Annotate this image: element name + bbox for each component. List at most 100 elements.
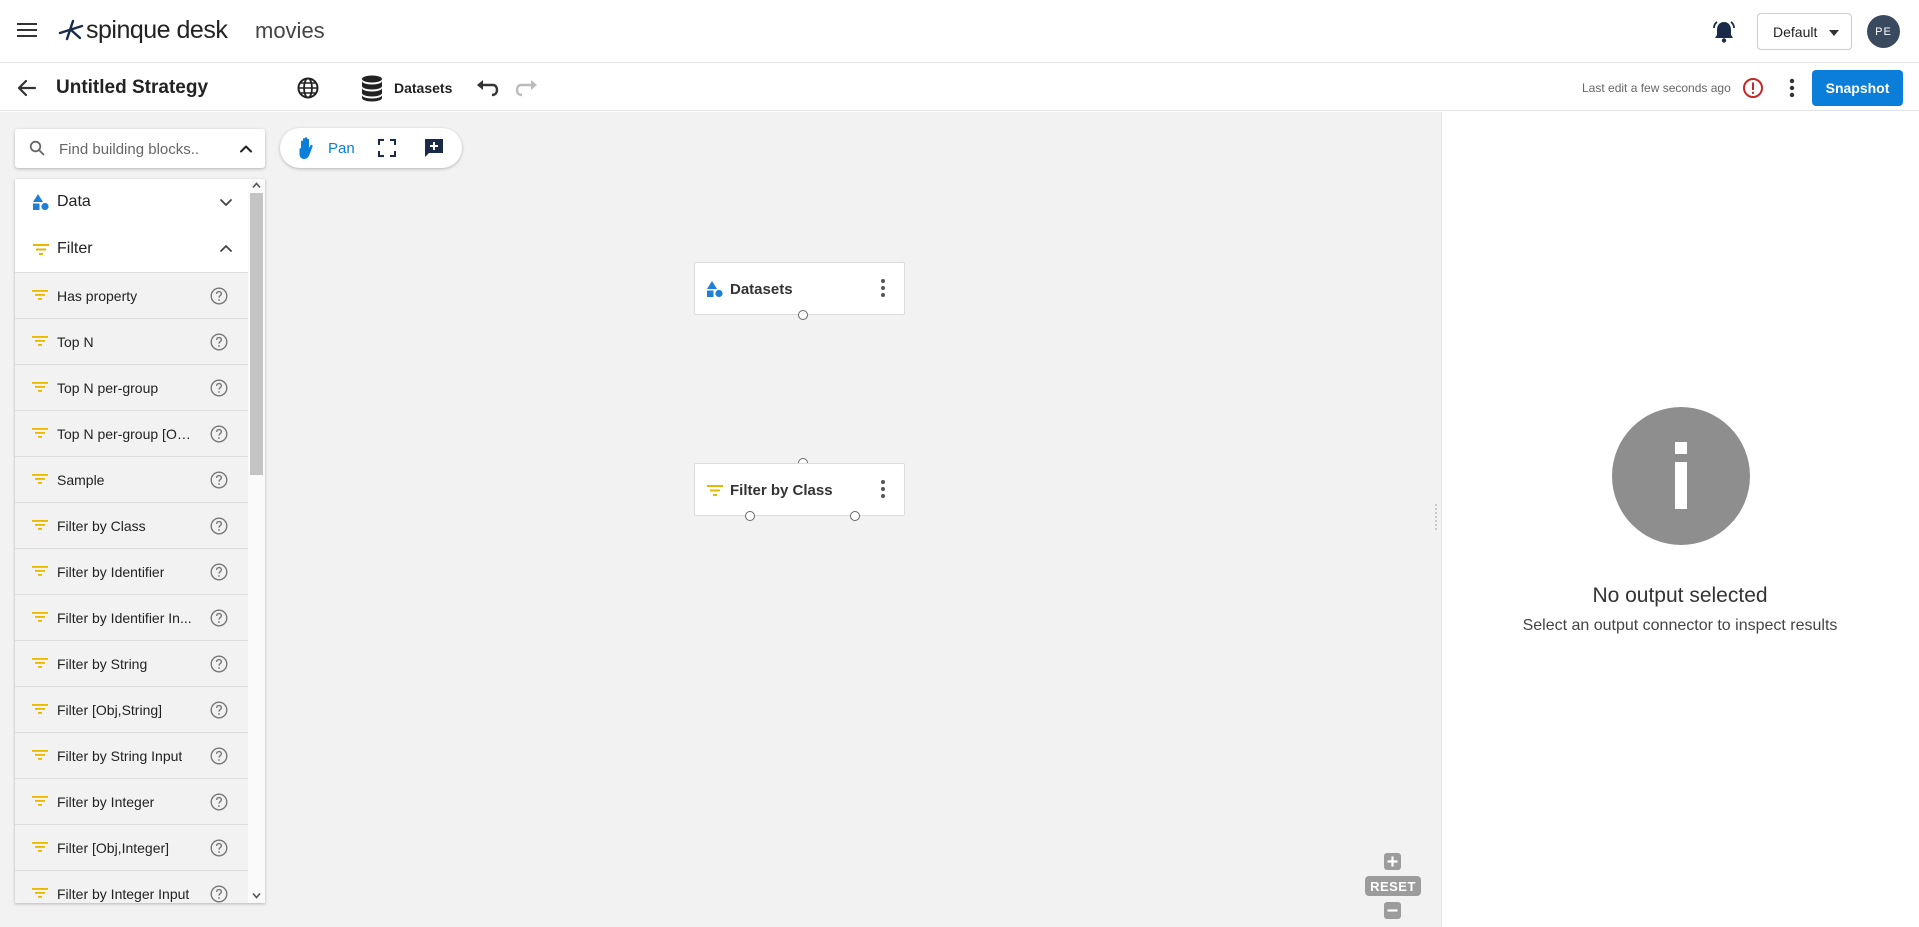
- block-item[interactable]: Top N per-group [Ob...: [15, 411, 248, 457]
- block-item[interactable]: Filter by Integer: [15, 779, 248, 825]
- block-item[interactable]: Filter by Integer Input: [15, 871, 248, 903]
- search-icon: [29, 140, 45, 156]
- block-item[interactable]: Filter [Obj,Integer]: [15, 825, 248, 871]
- block-label: Top N per-group: [57, 380, 159, 396]
- filter-icon: [32, 842, 48, 852]
- strategy-title[interactable]: Untitled Strategy: [56, 77, 208, 99]
- redo-icon[interactable]: [515, 77, 539, 99]
- help-icon[interactable]: [210, 517, 228, 535]
- output-port[interactable]: [798, 310, 808, 320]
- help-icon[interactable]: [210, 747, 228, 765]
- help-icon[interactable]: [210, 379, 228, 397]
- fit-screen-icon[interactable]: [377, 138, 397, 158]
- filter-icon: [32, 474, 48, 484]
- block-label: Has property: [57, 288, 138, 304]
- scroll-down-icon[interactable]: [252, 891, 261, 900]
- block-label: Filter by Class: [57, 518, 146, 534]
- filter-icon: [32, 336, 48, 346]
- scroll-up-icon[interactable]: [252, 181, 261, 190]
- category-data[interactable]: Data: [15, 179, 248, 226]
- strategy-canvas[interactable]: Data Filter Has propert: [0, 112, 1441, 927]
- last-edit-status: Last edit a few seconds ago: [1582, 81, 1731, 95]
- error-warning-icon[interactable]: [1742, 77, 1764, 99]
- help-icon[interactable]: [210, 655, 228, 673]
- zoom-in-button[interactable]: [1384, 853, 1401, 870]
- hamburger-menu-icon[interactable]: [14, 19, 40, 45]
- search-input[interactable]: [59, 138, 219, 160]
- block-label: Filter [Obj,String]: [57, 702, 163, 718]
- undo-icon[interactable]: [475, 77, 499, 99]
- chevron-up-icon[interactable]: [218, 241, 234, 257]
- building-block-search: [15, 129, 265, 168]
- snapshot-button[interactable]: Snapshot: [1812, 70, 1903, 106]
- strategy-toolbar: Untitled Strategy Datasets Last edit a f…: [0, 64, 1919, 111]
- zoom-reset-button[interactable]: RESET: [1365, 876, 1421, 896]
- building-blocks-panel: Data Filter Has property Top N Top N per…: [15, 179, 265, 903]
- empty-state-title: No output selected: [1592, 584, 1768, 607]
- more-vert-icon[interactable]: [878, 277, 888, 299]
- notification-bell-icon[interactable]: [1711, 19, 1737, 45]
- block-label: Filter [Obj,Integer]: [57, 840, 170, 856]
- filter-icon: [32, 888, 48, 898]
- panel-resize-handle[interactable]: [1433, 502, 1439, 532]
- block-label: Filter by Integer Input: [57, 886, 190, 902]
- help-icon[interactable]: [210, 563, 228, 581]
- help-icon[interactable]: [210, 885, 228, 903]
- help-icon[interactable]: [210, 701, 228, 719]
- output-panel: No output selected Select an output conn…: [1441, 112, 1919, 927]
- block-item[interactable]: Filter by Identifier: [15, 549, 248, 595]
- globe-icon[interactable]: [296, 76, 320, 100]
- output-port[interactable]: [745, 511, 755, 521]
- output-port[interactable]: [850, 511, 860, 521]
- help-icon[interactable]: [210, 471, 228, 489]
- block-item[interactable]: Has property: [15, 273, 248, 319]
- node-label: Datasets: [730, 281, 793, 298]
- help-icon[interactable]: [210, 425, 228, 443]
- spinque-logo: spinque desk: [58, 14, 228, 46]
- category-filter[interactable]: Filter: [15, 226, 248, 273]
- environment-select[interactable]: Default: [1757, 13, 1852, 50]
- block-item[interactable]: Filter [Obj,String]: [15, 687, 248, 733]
- filter-icon: [32, 382, 48, 392]
- block-label: Filter by Identifier In...: [57, 610, 192, 626]
- datasets-button[interactable]: Datasets: [360, 73, 452, 103]
- block-label: Sample: [57, 472, 105, 488]
- node-filter-by-class[interactable]: Filter by Class: [694, 463, 905, 516]
- pan-label: Pan: [328, 139, 355, 157]
- filter-icon: [32, 520, 48, 530]
- chevron-up-icon[interactable]: [237, 140, 255, 158]
- more-vert-icon[interactable]: [878, 478, 888, 500]
- help-icon[interactable]: [210, 287, 228, 305]
- scroll-thumb[interactable]: [250, 193, 263, 475]
- block-label: Filter by Identifier: [57, 564, 165, 580]
- datasets-label: Datasets: [394, 80, 453, 96]
- block-item[interactable]: Filter by Identifier In...: [15, 595, 248, 641]
- help-icon[interactable]: [210, 839, 228, 857]
- help-icon[interactable]: [210, 793, 228, 811]
- blocks-scrollbar[interactable]: [248, 179, 265, 903]
- block-item[interactable]: Filter by String Input: [15, 733, 248, 779]
- empty-state-subtitle: Select an output connector to inspect re…: [1522, 617, 1838, 634]
- block-item[interactable]: Filter by String: [15, 641, 248, 687]
- add-comment-icon[interactable]: [423, 137, 445, 159]
- pan-tool-button[interactable]: Pan: [294, 135, 355, 161]
- block-item[interactable]: Top N per-group: [15, 365, 248, 411]
- block-label: Top N: [57, 334, 94, 350]
- zoom-out-button[interactable]: [1384, 902, 1401, 919]
- block-item[interactable]: Sample: [15, 457, 248, 503]
- block-item[interactable]: Top N: [15, 319, 248, 365]
- back-arrow-icon[interactable]: [15, 76, 39, 100]
- chevron-down-icon[interactable]: [218, 194, 234, 210]
- building-blocks-list: Data Filter Has property Top N Top N per…: [15, 179, 248, 903]
- category-label: Data: [57, 193, 91, 210]
- user-avatar[interactable]: PE: [1867, 15, 1900, 48]
- node-datasets[interactable]: Datasets: [694, 262, 905, 315]
- help-icon[interactable]: [210, 609, 228, 627]
- category-label: Filter: [57, 240, 93, 257]
- brand-name: spinque desk: [86, 15, 228, 44]
- filter-icon: [32, 658, 48, 668]
- more-vert-icon[interactable]: [1782, 76, 1802, 100]
- hand-icon: [299, 137, 313, 159]
- block-item[interactable]: Filter by Class: [15, 503, 248, 549]
- help-icon[interactable]: [210, 333, 228, 351]
